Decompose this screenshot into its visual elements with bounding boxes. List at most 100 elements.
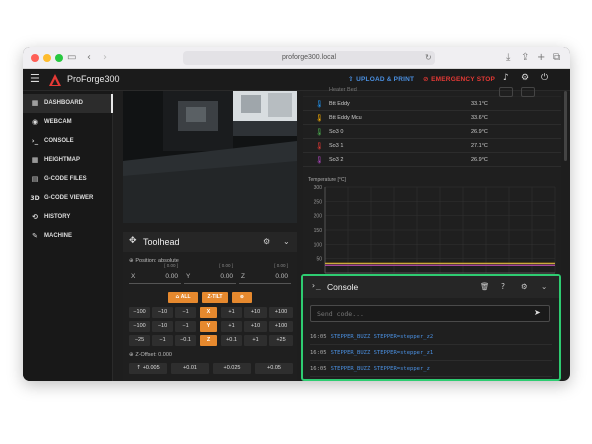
jog-step-button[interactable]: +1 [221,321,242,332]
console-line: 16:05 STEPPER_BUZZ STEPPER=stepper_z1 [310,346,552,361]
new-tab-icon[interactable]: + [537,51,545,65]
sidebar-item-webcam[interactable]: ◉ WEBCAM [23,113,113,132]
chevron-down-icon[interactable]: ⌄ [541,282,547,291]
x-value: 0.00 [165,273,178,280]
zoffset-button[interactable]: +0.01 [171,363,209,374]
jog-step-button[interactable]: −25 [129,335,150,346]
jog-axis-home-button[interactable]: Z [200,335,217,346]
toolhead-settings-icon[interactable]: ⚙ [263,237,270,246]
tab-overview-icon[interactable]: ⧉ [553,51,560,65]
console-settings-icon[interactable]: ⚙ [521,282,528,291]
console-header: ›_ Console 🗑 ? ⚙ ⌄ [303,276,559,298]
x-position-field[interactable]: [ 0.00 ] X 0.00 [129,263,181,284]
zoffset-button[interactable]: +0.025 [213,363,251,374]
download-icon[interactable]: ⤓ [506,51,510,65]
y-tick-label: 150 [314,228,323,234]
forward-icon[interactable]: › [103,51,107,65]
sidebar-item-label: CONSOLE [44,138,74,144]
browser-titlebar: ▭ ‹ › proforge300.local ↻ ⤓ ⇪ + ⧉ [23,47,570,69]
thermometer-icon[interactable]: 🌡 [315,139,324,153]
sidebar-item-console[interactable]: ›_ CONSOLE [23,132,113,151]
console-icon: ›_ [311,281,321,290]
menu-icon[interactable]: ☰ [30,72,40,85]
jog-step-button[interactable]: −100 [129,307,150,318]
jog-step-button[interactable]: +1 [244,335,267,346]
y-value: 0.00 [220,273,233,280]
console-line-message[interactable]: STEPPER_BUZZ STEPPER=stepper_z1 [331,350,434,356]
jog-step-button[interactable]: +100 [269,307,293,318]
thermometer-icon[interactable]: 🌡 [315,153,324,167]
wrench-icon: ✎ [32,232,38,240]
zoffset-button-label: +0.01 [183,365,197,371]
reload-icon[interactable]: ↻ [425,51,432,65]
y-tick-label: 250 [314,199,323,205]
chevron-down-icon[interactable]: ⌄ [283,237,290,246]
sidebar-item-heightmap[interactable]: ▦ HEIGHTMAP [23,151,113,170]
share-icon[interactable]: ⇪ [521,51,529,65]
jog-axis-home-button[interactable]: Y [200,321,217,332]
help-icon[interactable]: ? [501,282,505,291]
sidebar-toggle-icon[interactable]: ▭ [67,51,76,65]
jog-step-button[interactable]: −10 [152,321,173,332]
upload-print-button[interactable]: ⇧ UPLOAD & PRINT [348,75,414,83]
power-icon[interactable]: ⏻ [541,73,548,83]
bell-icon[interactable]: ♪ [503,73,509,83]
maximize-window-button[interactable] [55,54,63,62]
row-action-button[interactable] [499,87,513,97]
jog-step-button[interactable]: −0.1 [175,335,196,346]
sidebar-item-history[interactable]: ⟲ HISTORY [23,208,113,227]
address-bar[interactable]: proforge300.local [183,51,435,65]
trash-icon[interactable]: 🗑 [480,282,490,291]
sidebar-item-label: HISTORY [44,214,71,220]
zoffset-text: Z-Offset: 0.000 [135,352,172,358]
thermometer-icon[interactable]: 🌡 [315,111,324,125]
thermometer-icon[interactable]: 🌡 [315,97,324,111]
home-all-button[interactable]: ⌂ ALL [168,292,198,303]
z-tilt-button[interactable]: Z-TILT [202,292,228,303]
jog-step-button[interactable]: −100 [129,321,150,332]
jog-step-button[interactable]: +0.1 [221,335,242,346]
row-action-button[interactable] [521,87,535,97]
close-window-button[interactable] [31,54,39,62]
y-sub-value: [ 0.00 ] [219,263,233,268]
sidebar-item-gcode-files[interactable]: ▤ G-CODE FILES [23,170,113,189]
jog-axis-home-button[interactable]: X [200,307,217,318]
motors-off-icon: ⊗ [239,294,245,300]
console-line-message[interactable]: STEPPER_BUZZ STEPPER=stepper_z2 [331,334,434,340]
zoffset-button-label: +0.005 [142,365,160,371]
settings-icon[interactable]: ⚙ [521,73,529,83]
console-title: Console [327,282,359,292]
y-tick-label: 100 [314,242,323,248]
zoffset-button[interactable]: +0.05 [255,363,293,374]
y-position-field[interactable]: [ 0.00 ] Y 0.00 [184,263,236,284]
z-position-field[interactable]: [ 0.00 ] Z 0.00 [239,263,291,284]
sidebar-item-dashboard[interactable]: ▦ DASHBOARD [23,94,113,113]
jog-step-button[interactable]: −1 [175,307,196,318]
send-icon[interactable]: ➤ [534,308,541,317]
motors-off-button[interactable]: ⊗ [232,292,252,303]
jog-step-button[interactable]: +1 [221,307,242,318]
back-icon[interactable]: ‹ [87,51,91,65]
browser-window: ▭ ‹ › proforge300.local ↻ ⤓ ⇪ + ⧉ ☰ ProF… [23,47,570,381]
jog-step-button[interactable]: −10 [152,307,173,318]
jog-step-button[interactable]: +100 [269,321,293,332]
thermometer-icon[interactable]: 🌡 [315,125,324,139]
zoffset-button[interactable]: ↑ +0.005 [129,363,167,374]
toolhead-header: ✥ Toolhead ⚙ ⌄ [123,232,297,252]
y-tick-label: 50 [316,257,322,263]
console-panel: ›_ Console 🗑 ? ⚙ ⌄ ➤ 16:05 STEPPER_BUZZ S… [301,274,561,381]
logo-icon [49,74,61,86]
jog-step-button[interactable]: +25 [269,335,293,346]
jog-step-button[interactable]: +10 [244,321,267,332]
jog-step-button[interactable]: −1 [152,335,173,346]
emergency-stop-button[interactable]: ⊘ EMERGENCY STOP [423,75,495,83]
jog-step-button[interactable]: −1 [175,321,196,332]
sidebar-item-machine[interactable]: ✎ MACHINE [23,227,113,246]
sidebar-item-gcode-viewer[interactable]: 3D G-CODE VIEWER [23,189,113,208]
jog-step-button[interactable]: +10 [244,307,267,318]
console-line-message[interactable]: STEPPER_BUZZ STEPPER=stepper_z [331,366,430,372]
sensor-temperature: 27.1°C [471,143,488,149]
minimize-window-button[interactable] [43,54,51,62]
console-input[interactable] [310,305,550,322]
right-scrollbar[interactable] [564,91,567,161]
